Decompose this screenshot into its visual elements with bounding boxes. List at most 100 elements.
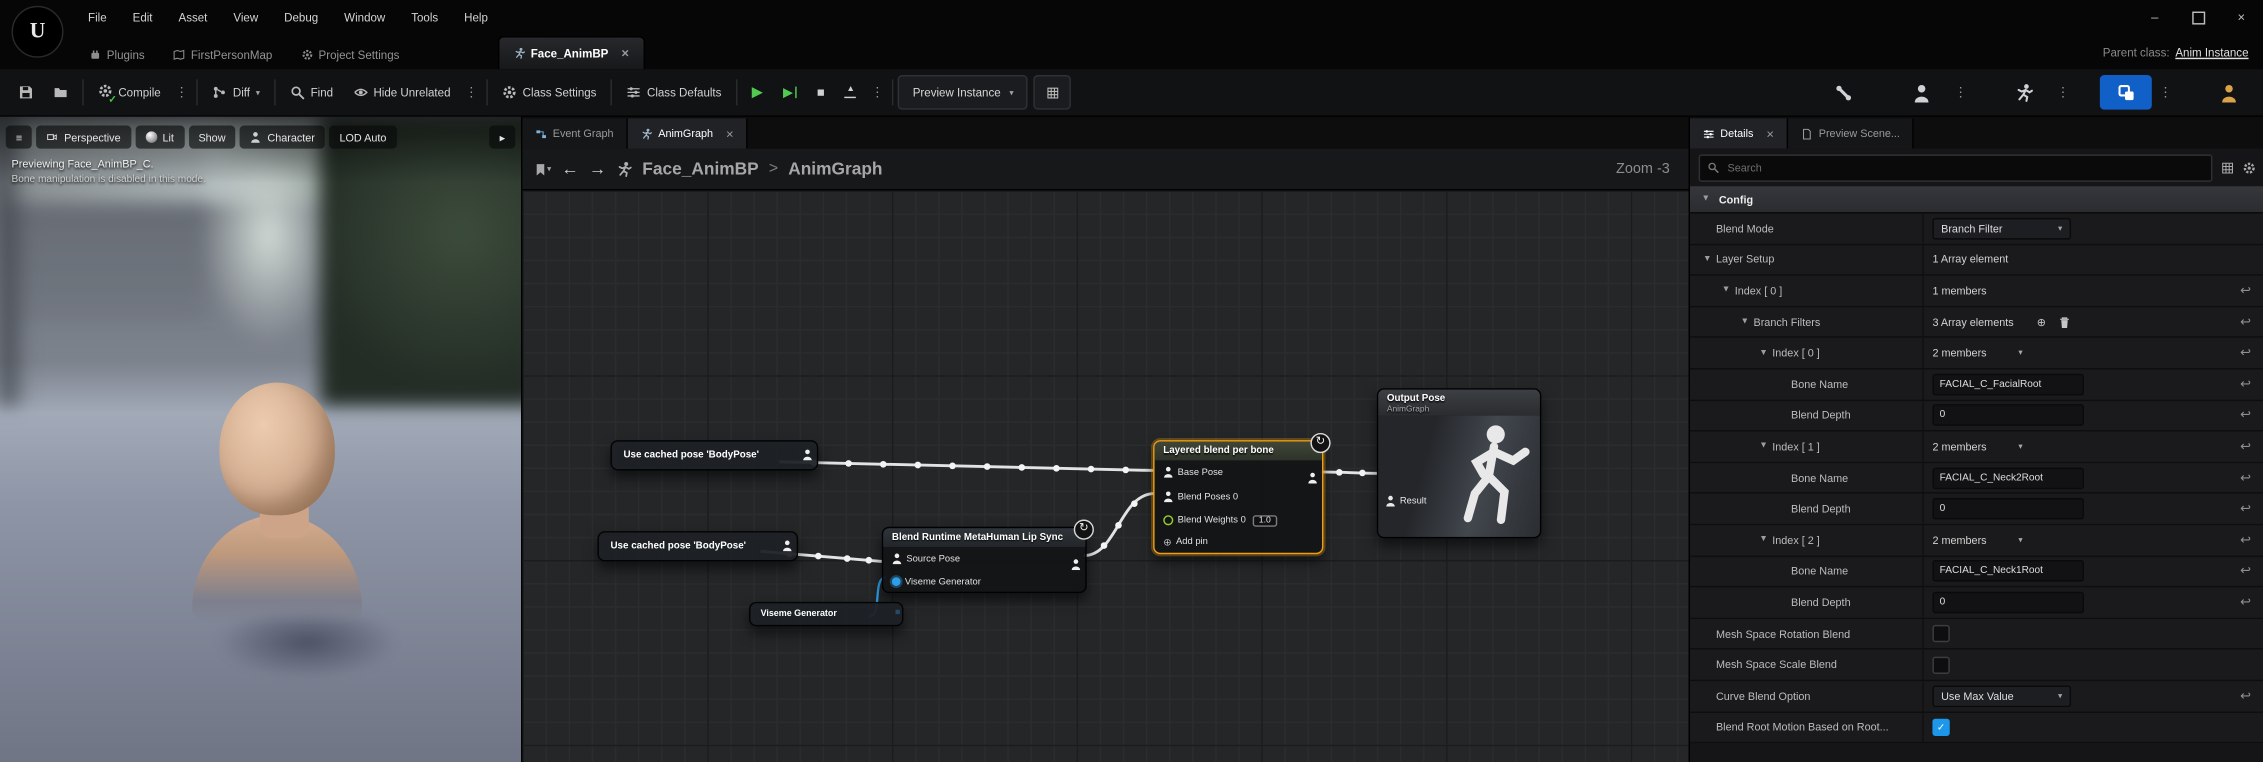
tab-project-settings[interactable]: Project Settings	[287, 40, 414, 69]
mesh-options-button[interactable]: ⋮	[1950, 84, 1972, 100]
menu-asset[interactable]: Asset	[166, 0, 221, 35]
find-button[interactable]: Find	[280, 76, 343, 108]
tab-firstpersonmap[interactable]: FirstPersonMap	[159, 40, 287, 69]
diff-button[interactable]: Diff ▾	[203, 76, 271, 108]
element-options-dropdown[interactable]: ▾	[2018, 535, 2022, 545]
search-input[interactable]	[1725, 159, 2204, 175]
breadcrumb-root[interactable]: Face_AnimBP	[642, 159, 758, 179]
tab-event-graph[interactable]: Event Graph	[522, 118, 628, 148]
lod-dropdown[interactable]: LOD Auto	[329, 126, 396, 149]
menu-edit[interactable]: Edit	[120, 0, 166, 35]
curve-blend-option-dropdown[interactable]: Use Max Value▾	[1932, 685, 2071, 707]
compile-options-button[interactable]: ⋮	[171, 84, 193, 100]
bone-name-input[interactable]	[1932, 373, 2084, 395]
breadcrumb-current[interactable]: AnimGraph	[788, 159, 882, 179]
step-frame-button[interactable]: ▶	[773, 76, 807, 108]
close-icon[interactable]: ×	[621, 46, 629, 60]
mesh-editor-button[interactable]	[1895, 75, 1947, 110]
pose-output-pin[interactable]	[1071, 551, 1081, 577]
tab-preview-scene[interactable]: Preview Scene...	[1788, 118, 1914, 148]
browse-button[interactable]	[43, 76, 78, 108]
bone-name-input[interactable]	[1932, 467, 2084, 489]
node-use-cached-pose-2[interactable]: Use cached pose 'BodyPose'	[597, 531, 798, 561]
expander-arrow-icon[interactable]: ▼	[1758, 536, 1770, 545]
tab-plugins[interactable]: Plugins	[75, 40, 159, 69]
forward-button[interactable]: →	[589, 159, 606, 179]
expander-arrow-icon[interactable]: ▼	[1702, 255, 1714, 264]
viewport-toolbar-expand-button[interactable]: ▸	[490, 126, 516, 149]
menu-file[interactable]: File	[75, 0, 120, 35]
blend-depth-input[interactable]	[1932, 498, 2084, 520]
play-button[interactable]: ▶	[742, 76, 773, 108]
checkbox[interactable]	[1932, 656, 1949, 673]
stop-button[interactable]: ■	[807, 76, 835, 108]
pin-result[interactable]: Result	[1385, 495, 1426, 507]
eject-button[interactable]: ▲	[835, 76, 867, 108]
reset-to-default-button[interactable]: ↩	[2227, 432, 2263, 462]
menu-window[interactable]: Window	[331, 0, 398, 35]
reset-to-default-button[interactable]: ↩	[2227, 681, 2263, 711]
pose-output-pin[interactable]	[802, 449, 812, 463]
character-dropdown[interactable]: Character	[240, 126, 325, 149]
pin-base-pose[interactable]: Base Pose	[1155, 460, 1322, 485]
node-layered-blend-per-bone[interactable]: Layered blend per bone Base Pose Blend P…	[1153, 440, 1323, 554]
blend-weight-value[interactable]: 1.0	[1253, 515, 1277, 527]
hide-unrelated-button[interactable]: Hide Unrelated	[343, 76, 460, 108]
tab-face-animbp[interactable]: Face_AnimBP ×	[498, 36, 645, 69]
node-viseme-generator[interactable]: Viseme Generator	[749, 602, 903, 627]
settings-button[interactable]	[2243, 161, 2256, 174]
debug-button[interactable]	[2202, 75, 2254, 110]
add-array-element-button[interactable]: ⊕	[2037, 315, 2046, 328]
skeleton-editor-button[interactable]	[1817, 75, 1869, 110]
animation-options-button[interactable]: ⋮	[2052, 84, 2074, 100]
blueprint-options-button[interactable]: ⋮	[2155, 84, 2177, 100]
compile-button[interactable]: ✓ Compile	[88, 76, 171, 108]
animation-editor-button[interactable]	[1997, 75, 2049, 110]
tab-details[interactable]: Details ×	[1690, 118, 1788, 148]
display-filter-button[interactable]	[2221, 161, 2234, 174]
add-pin-button[interactable]: ⊕ Add pin	[1155, 531, 1322, 553]
reset-to-default-button[interactable]: ↩	[2227, 401, 2263, 431]
bookmarks-button[interactable]: ▾	[534, 162, 551, 175]
back-button[interactable]: ←	[561, 159, 578, 179]
debug-filter-button[interactable]	[1034, 75, 1072, 110]
checkbox[interactable]	[1932, 625, 1949, 642]
category-config[interactable]: ▼ Config	[1690, 186, 2263, 213]
viewport-menu-button[interactable]: ≡	[6, 126, 33, 149]
pin-viseme-generator[interactable]: Viseme Generator	[883, 572, 1085, 592]
pin-blend-poses-0[interactable]: Blend Poses 0	[1155, 485, 1322, 510]
node-blend-runtime-metahuman-lipsync[interactable]: Blend Runtime MetaHuman Lip Sync Source …	[882, 527, 1087, 593]
lit-dropdown[interactable]: Lit	[135, 126, 184, 149]
reset-to-default-button[interactable]: ↩	[2227, 494, 2263, 524]
reset-to-default-button[interactable]: ↩	[2227, 525, 2263, 555]
perspective-dropdown[interactable]: Perspective	[37, 126, 131, 149]
preview-viewport[interactable]: ≡ Perspective Lit Show Character LOD Aut…	[0, 117, 521, 762]
maximize-button[interactable]	[2176, 0, 2219, 35]
reset-to-default-button[interactable]: ↩	[2227, 276, 2263, 306]
blend-depth-input[interactable]	[1932, 405, 2084, 427]
close-icon[interactable]: ×	[726, 126, 734, 140]
element-options-dropdown[interactable]: ▾	[2018, 442, 2022, 452]
unreal-logo-icon[interactable]: U	[12, 6, 64, 58]
preview-instance-dropdown[interactable]: Preview Instance ▾	[898, 75, 1028, 110]
search-box[interactable]	[1699, 154, 2213, 181]
blend-depth-input[interactable]	[1932, 592, 2084, 614]
class-defaults-button[interactable]: Class Defaults	[617, 76, 732, 108]
close-icon[interactable]: ×	[1766, 126, 1774, 140]
reset-to-default-button[interactable]: ↩	[2227, 588, 2263, 618]
show-dropdown[interactable]: Show	[188, 126, 235, 149]
node-use-cached-pose-1[interactable]: Use cached pose 'BodyPose'	[610, 440, 818, 470]
expander-arrow-icon[interactable]: ▼	[1720, 286, 1732, 295]
trash-icon[interactable]	[2057, 315, 2070, 328]
reset-to-default-button[interactable]: ↩	[2227, 338, 2263, 368]
checkbox[interactable]	[1932, 718, 1949, 735]
hide-unrelated-options-button[interactable]: ⋮	[461, 84, 483, 100]
menu-view[interactable]: View	[220, 0, 271, 35]
parent-class-link[interactable]: Anim Instance	[2175, 45, 2248, 58]
reset-to-default-button[interactable]: ↩	[2227, 463, 2263, 493]
blend-mode-dropdown[interactable]: Branch Filter▾	[1932, 218, 2071, 240]
save-button[interactable]	[9, 76, 44, 108]
expander-arrow-icon[interactable]: ▼	[1758, 442, 1770, 451]
pin-blend-weights-0[interactable]: Blend Weights 0 1.0	[1155, 509, 1322, 531]
pose-output-pin[interactable]	[782, 540, 792, 554]
